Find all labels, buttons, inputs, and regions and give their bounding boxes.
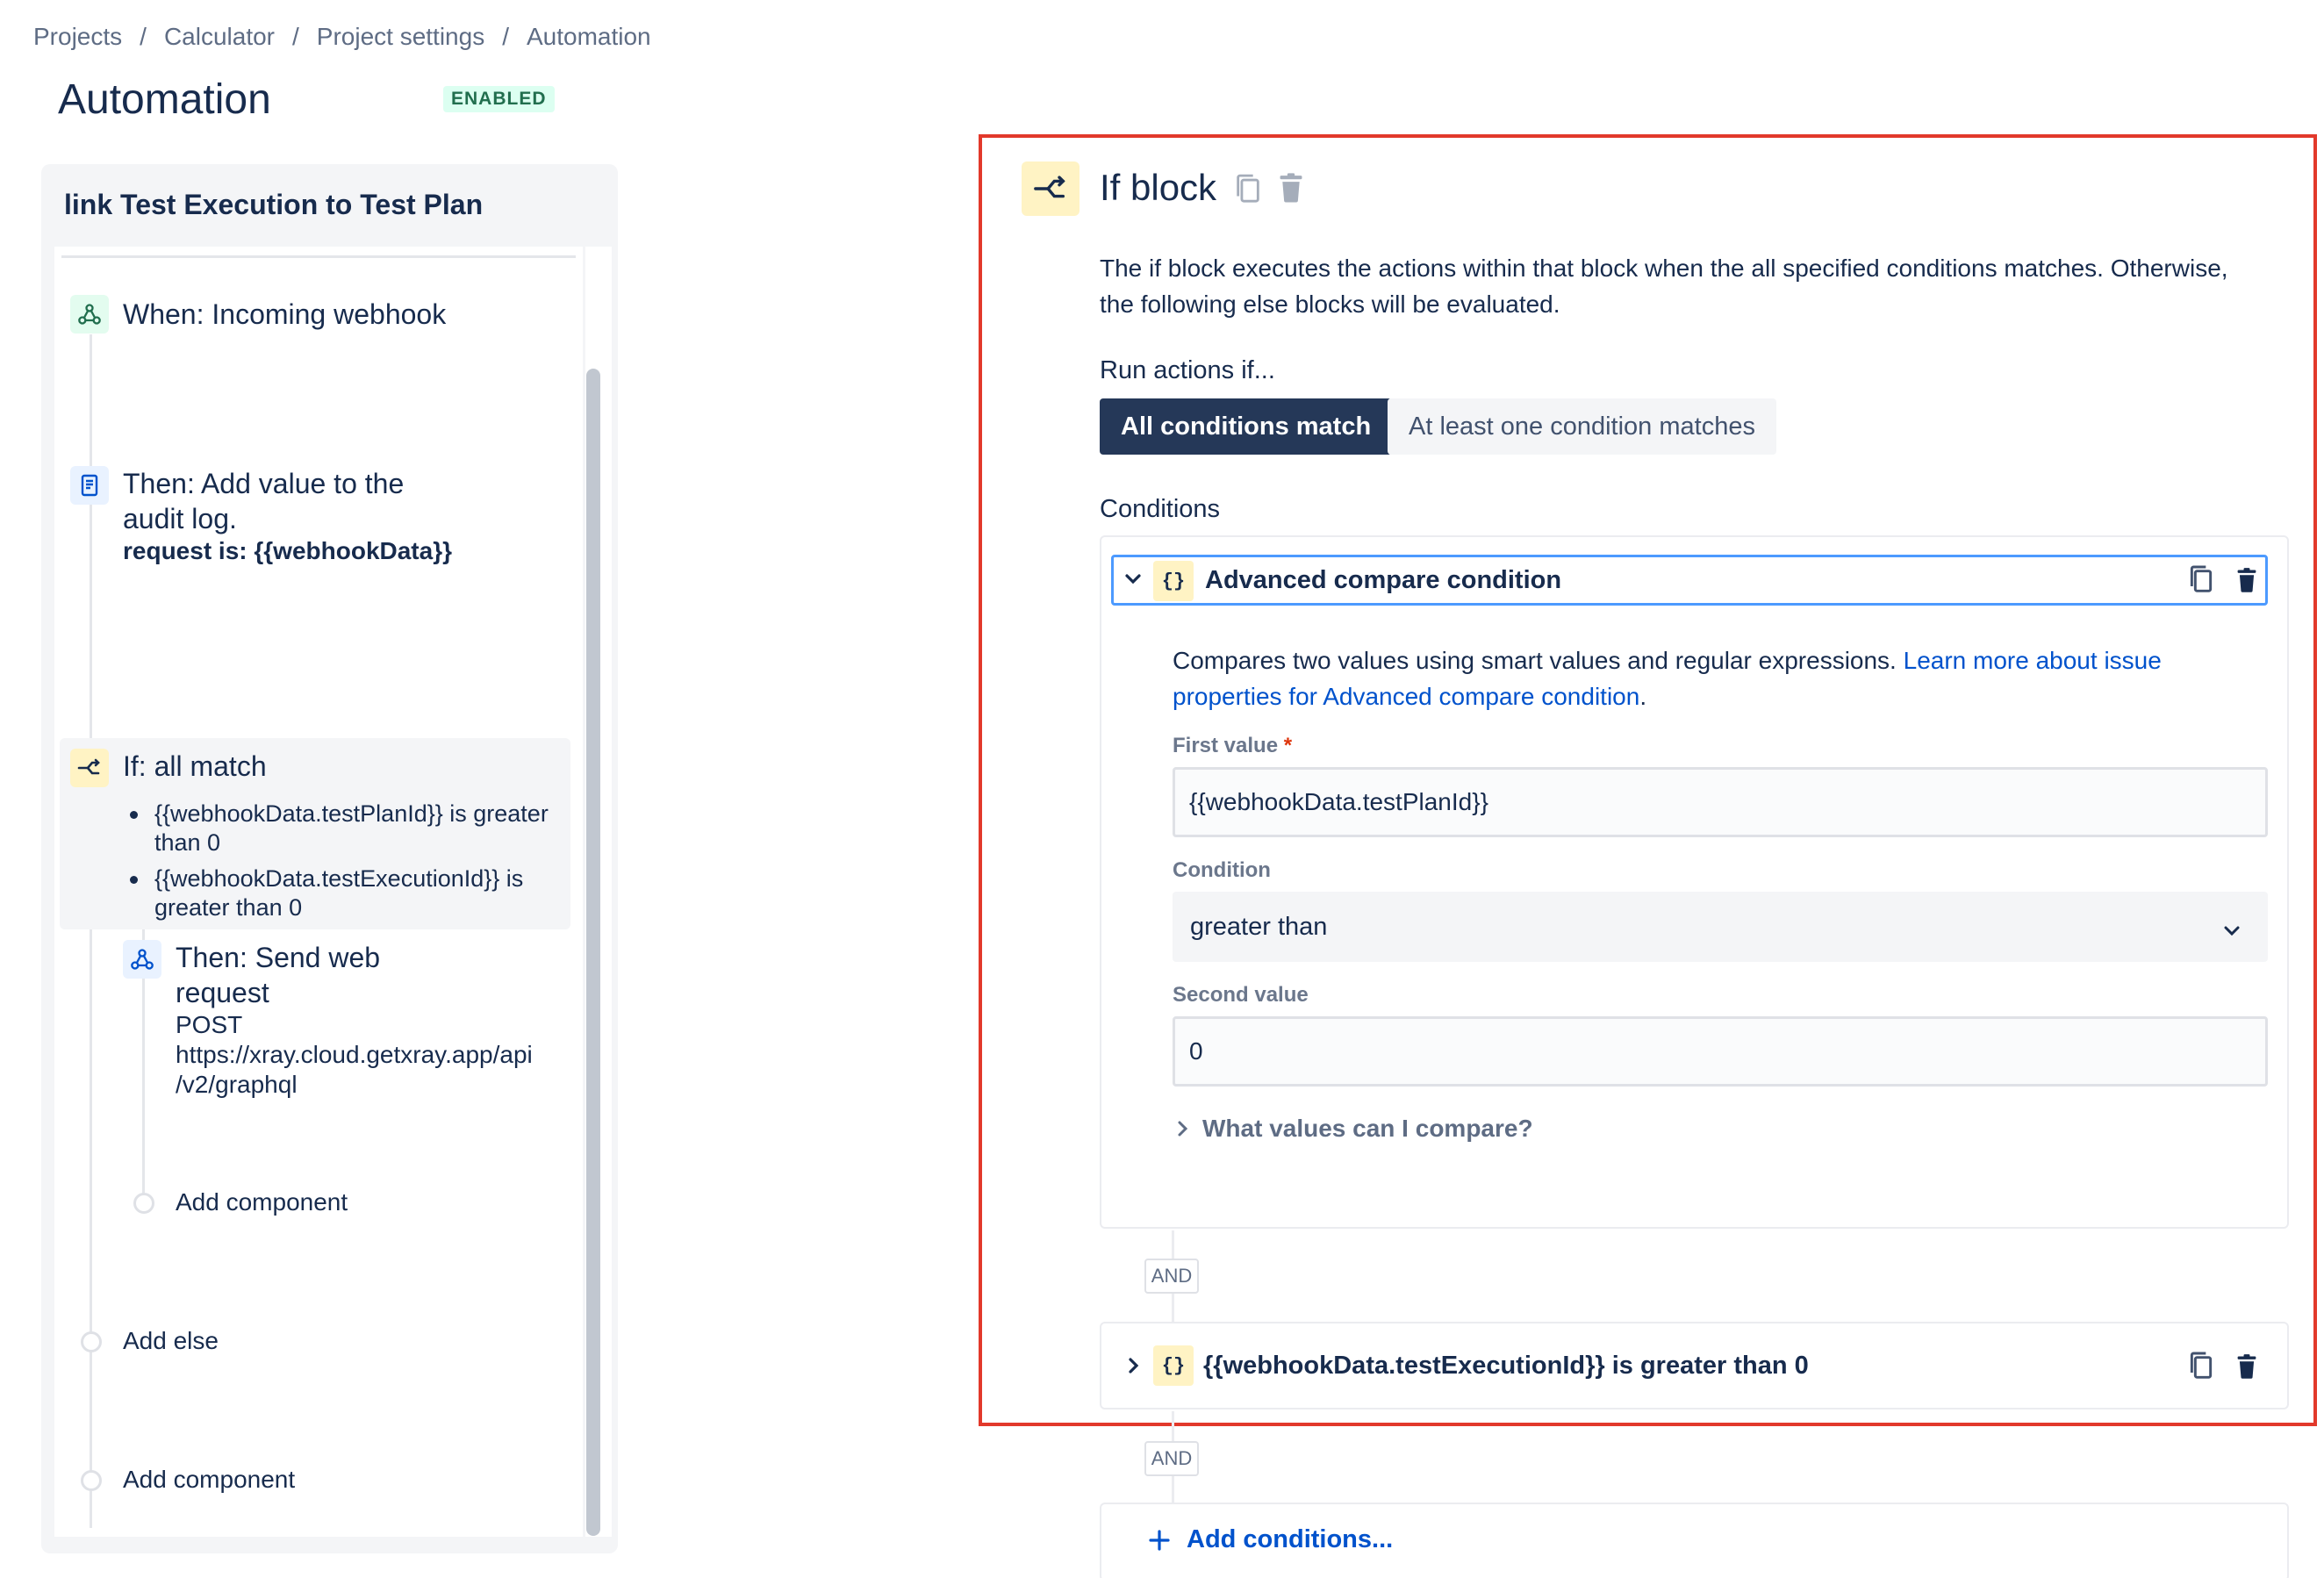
condition-select-value: greater than — [1190, 912, 1328, 941]
breadcrumb-project-settings[interactable]: Project settings — [317, 23, 484, 51]
second-value-label: Second value — [1173, 983, 1309, 1007]
editor-title: If block — [1100, 167, 1217, 208]
breadcrumb-separator: / — [292, 23, 299, 50]
braces-icon: {} — [1153, 561, 1194, 601]
required-mark: * — [1283, 734, 1293, 757]
condition-description: Compares two values using smart values a… — [1173, 642, 2252, 714]
divider — [61, 255, 576, 258]
list-item: {{webhookData.testPlanId}} is greater th… — [130, 800, 569, 857]
step-audit-line2: audit log. — [123, 503, 237, 534]
page-title: Automation — [58, 76, 271, 123]
trash-icon[interactable] — [2234, 567, 2259, 598]
editor-description: The if block executes the actions within… — [1100, 255, 2228, 318]
branch-icon — [1022, 161, 1080, 216]
plus-icon — [1149, 1529, 1170, 1551]
scrollbar-thumb[interactable] — [586, 369, 600, 1536]
add-component-inner-dot[interactable] — [133, 1193, 154, 1214]
condition-description-text: Compares two values using smart values a… — [1173, 647, 1904, 674]
branch-icon — [70, 749, 109, 787]
mode-any-condition-button[interactable]: At least one condition matches — [1388, 398, 1776, 455]
step-trigger[interactable]: When: Incoming webhook — [54, 286, 572, 356]
step-send-web-request[interactable]: Then: Send web request POST https://xray… — [107, 931, 572, 1107]
step-web-method: POST — [176, 1011, 243, 1038]
status-badge: ENABLED — [443, 86, 555, 112]
document-icon — [70, 466, 109, 505]
step-audit-line1: Then: Add value to the — [123, 468, 405, 499]
add-else-dot[interactable] — [81, 1331, 102, 1352]
copy-icon[interactable] — [1233, 172, 1263, 210]
condition-select[interactable]: greater than — [1173, 892, 2268, 962]
trash-icon[interactable] — [1276, 172, 1306, 208]
add-component-inner-button[interactable]: Add component — [176, 1188, 348, 1216]
step-web-line2: request — [176, 977, 269, 1008]
step-if-block[interactable]: If: all match {{webhookData.testPlanId}}… — [60, 738, 570, 929]
step-trigger-label: When: Incoming webhook — [123, 298, 447, 330]
step-web-line1: Then: Send web — [176, 942, 381, 973]
step-if-label: If: all match — [123, 750, 267, 782]
what-values-label: What values can I compare? — [1202, 1115, 1533, 1142]
step-web-url2: /v2/graphql — [176, 1071, 298, 1098]
if-conditions-list: {{webhookData.testPlanId}} is greater th… — [130, 800, 569, 929]
copy-icon[interactable] — [2187, 1350, 2215, 1386]
chevron-down-icon[interactable] — [1123, 572, 1143, 591]
add-conditions-label: Add conditions... — [1187, 1525, 1394, 1553]
and-badge: AND — [1144, 1259, 1199, 1294]
breadcrumb-separator: / — [140, 23, 147, 50]
trash-icon[interactable] — [2234, 1353, 2259, 1384]
step-audit-log[interactable]: Then: Add value to the audit log. reques… — [54, 457, 572, 580]
add-conditions-button[interactable]: Add conditions... — [1148, 1525, 1393, 1554]
copy-icon[interactable] — [2187, 563, 2215, 599]
webhook-icon — [70, 295, 109, 334]
condition-title: {{webhookData.testExecutionId}} is great… — [1203, 1352, 1809, 1380]
rule-panel: link Test Execution to Test Plan When: I… — [41, 164, 618, 1553]
chevron-right-icon[interactable] — [1127, 1356, 1139, 1380]
add-else-button[interactable]: Add else — [123, 1327, 219, 1355]
breadcrumb-projects[interactable]: Projects — [33, 23, 122, 51]
run-actions-label: Run actions if... — [1100, 356, 1275, 384]
condition-title: Advanced compare condition — [1205, 566, 1562, 594]
and-badge: AND — [1144, 1441, 1199, 1476]
step-web-url1: https://xray.cloud.getxray.app/api — [176, 1041, 533, 1068]
webhook-icon — [123, 940, 161, 979]
chevron-down-icon — [2222, 916, 2242, 945]
add-component-button[interactable]: Add component — [123, 1466, 295, 1494]
mode-all-conditions-button[interactable]: All conditions match — [1100, 398, 1393, 455]
conditions-label: Conditions — [1100, 495, 1221, 523]
breadcrumb-calculator[interactable]: Calculator — [164, 23, 275, 51]
list-item: {{webhookData.testExecutionId}} is great… — [130, 864, 569, 922]
condition-description-suffix: . — [1639, 683, 1647, 710]
first-value-label: First value * — [1173, 734, 1292, 758]
step-audit-detail: request is: {{webhookData}} — [123, 537, 452, 564]
first-value-input[interactable] — [1173, 767, 2268, 837]
breadcrumb: Projects / Calculator / Project settings… — [33, 23, 651, 51]
breadcrumb-separator: / — [502, 23, 509, 50]
braces-icon: {} — [1153, 1345, 1194, 1386]
first-value-label-text: First value — [1173, 734, 1279, 757]
what-values-toggle[interactable]: What values can I compare? — [1176, 1115, 1533, 1143]
chevron-right-icon — [1178, 1121, 1188, 1137]
breadcrumb-automation[interactable]: Automation — [527, 23, 651, 51]
second-value-input[interactable] — [1173, 1016, 2268, 1087]
rule-flow: When: Incoming webhook Then: Add value t… — [54, 247, 583, 1537]
add-component-dot[interactable] — [81, 1470, 102, 1491]
condition-label: Condition — [1173, 858, 1271, 882]
rule-name: link Test Execution to Test Plan — [64, 189, 484, 220]
